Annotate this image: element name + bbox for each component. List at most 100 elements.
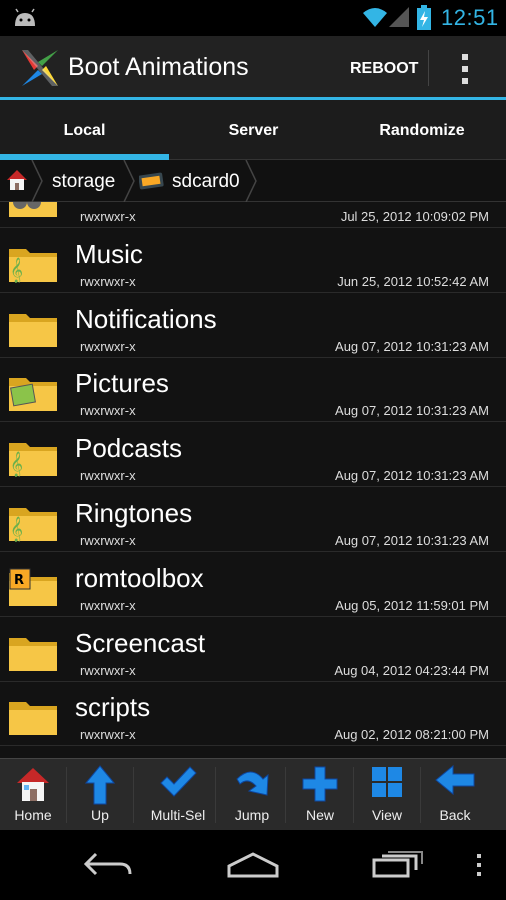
file-permissions: rwxrwxr-x [80, 338, 136, 354]
tab-server[interactable]: Server [169, 100, 338, 160]
tab-bar: Local Server Randomize [0, 100, 506, 160]
toolbar-view-label: View [371, 807, 403, 823]
file-name: Pictures [75, 368, 169, 399]
toolbar-new-label: New [305, 807, 334, 823]
toolbar-jump-label: Jump [234, 807, 270, 823]
wifi-icon [363, 8, 387, 27]
file-permissions: rwxrwxr-x [80, 533, 136, 548]
file-row[interactable]: Screencast rwxrwxr-x Aug 04, 2012 04:23:44… [0, 618, 506, 682]
android-icon [15, 8, 35, 26]
file-name: Notifications [75, 303, 217, 334]
file-date: Aug 02, 2012 08:21:00 PM [334, 727, 489, 743]
status-bar: 12:51 [0, 0, 506, 36]
breadcrumb: storage sdcard0 [0, 160, 506, 202]
tab-randomize-label: Randomize [379, 122, 465, 139]
file-row[interactable]: 𝄞 Music rwxrwxr-x Jun 25, 2012 10:52:42 AM [0, 229, 506, 293]
folder-icon [8, 308, 58, 353]
signal-icon [389, 7, 409, 27]
file-date: Aug 04, 2012 04:23:44 PM [334, 662, 489, 678]
file-name: Music [75, 238, 143, 269]
file-permissions: rwxrwxr-x [80, 727, 136, 743]
toolbar-home-label: Home [14, 807, 52, 823]
movie-folder-icon [8, 202, 58, 223]
breadcrumb-chevron-icon [245, 160, 257, 202]
file-name: Movies [75, 202, 157, 205]
file-list: Movies rwxrwxr-x Jul 25, 2012 10:09:02 PM 𝄞… [0, 202, 506, 758]
tab-local[interactable]: Local [0, 100, 169, 160]
bottom-toolbar: Home Up Multi-Sel Jump New View Back [0, 758, 506, 830]
file-date: Aug 07, 2012 10:31:23 AM [335, 533, 489, 548]
toolbar-view-button[interactable]: View [354, 759, 421, 831]
file-date: Jul 25, 2012 10:09:02 PM [340, 209, 489, 224]
home-icon[interactable] [226, 850, 280, 878]
breadcrumb-storage[interactable]: storage [52, 171, 115, 193]
tab-local-label: Local [63, 122, 106, 139]
app-title: Boot Animations [68, 53, 249, 81]
left-arrow-icon [435, 765, 475, 795]
folder-icon [8, 696, 58, 741]
file-permissions: rwxrwxr-x [80, 468, 136, 484]
file-name: Screencast [75, 627, 206, 658]
status-clock: 12:51 [441, 5, 499, 30]
svg-text:𝄞: 𝄞 [10, 257, 23, 283]
breadcrumb-chevron-icon [123, 160, 135, 202]
reboot-button[interactable]: REBOOT [350, 60, 418, 78]
file-row[interactable]: scripts rwxrwxr-x Aug 02, 2012 08:21:00 PM [0, 682, 506, 747]
breadcrumb-chevron-icon [31, 160, 43, 202]
action-divider [428, 50, 429, 86]
file-row[interactable]: 𝄞 Ringtones rwxrwxr-x Aug 07, 2012 10:31:23… [0, 488, 506, 552]
up-arrow-icon [85, 765, 115, 805]
file-date: Aug 07, 2012 10:31:23 AM [335, 338, 489, 354]
jump-arrow-icon [236, 771, 269, 796]
file-date: Aug 07, 2012 10:31:23 AM [335, 468, 489, 484]
file-row[interactable]: Notifications rwxrwxr-x Aug 07, 2012 10:31… [0, 294, 506, 358]
toolbar-multisel-button[interactable]: Multi-Sel [141, 759, 216, 831]
toolbar-up-button[interactable]: Up [67, 759, 134, 831]
file-date: Jun 25, 2012 10:52:42 AM [337, 273, 489, 289]
music-folder-icon: 𝄞 [8, 502, 58, 547]
overflow-menu-icon[interactable] [458, 52, 472, 86]
file-date: Aug 07, 2012 10:31:23 AM [335, 403, 489, 419]
file-row[interactable]: 𝄞 Podcasts rwxrwxr-x Aug 07, 2012 10:31:23 … [0, 423, 506, 488]
checkmark-icon [160, 766, 197, 797]
file-permissions: rwxrwxr-x [80, 403, 136, 419]
file-permissions: rwxrwxr-x [80, 209, 136, 224]
picture-folder-icon [8, 372, 58, 417]
grid-icon [372, 767, 402, 797]
battery-icon [417, 5, 431, 30]
file-name: Ringtones [75, 498, 193, 528]
file-row[interactable]: Pictures rwxrwxr-x Aug 07, 2012 10:31:23 A… [0, 358, 506, 423]
plus-icon [302, 766, 338, 802]
system-nav-bar [0, 830, 506, 900]
menu-icon[interactable] [474, 854, 484, 878]
file-row[interactable]: Movies rwxrwxr-x Jul 25, 2012 10:09:02 PM [0, 202, 506, 228]
breadcrumb-sdcard0[interactable]: sdcard0 [172, 171, 240, 193]
home-icon[interactable] [5, 168, 29, 192]
back-icon[interactable] [82, 850, 134, 878]
action-bar: Boot Animations REBOOT [0, 36, 506, 100]
folder-icon [8, 632, 58, 677]
file-permissions: rwxrwxr-x [80, 662, 136, 678]
toolbar-back-label: Back [439, 807, 471, 823]
toolbar-jump-button[interactable]: Jump [219, 759, 286, 831]
svg-text:𝄞: 𝄞 [10, 451, 23, 477]
app-logo-icon [22, 50, 58, 86]
toolbar-home-button[interactable]: Home [0, 759, 67, 831]
file-name: scripts [75, 692, 151, 723]
app-folder-icon: R [8, 567, 58, 612]
file-name: romtoolbox [75, 562, 204, 593]
svg-text:R: R [14, 573, 24, 588]
toolbar-back-button[interactable]: Back [422, 759, 488, 831]
tab-randomize[interactable]: Randomize [338, 100, 506, 160]
music-folder-icon: 𝄞 [8, 243, 58, 288]
sdcard-icon [139, 172, 164, 190]
file-permissions: rwxrwxr-x [80, 597, 136, 613]
music-folder-icon: 𝄞 [8, 437, 58, 482]
file-permissions: rwxrwxr-x [80, 273, 136, 289]
recents-icon[interactable] [372, 850, 424, 878]
toolbar-new-button[interactable]: New [287, 759, 354, 831]
tab-server-label: Server [228, 122, 279, 139]
file-row[interactable]: Rromtoolbox rwxrwxr-x Aug 05, 2012 11:59:0… [0, 553, 506, 617]
svg-text:𝄞: 𝄞 [10, 516, 23, 542]
file-date: Aug 05, 2012 11:59:01 PM [335, 597, 489, 613]
